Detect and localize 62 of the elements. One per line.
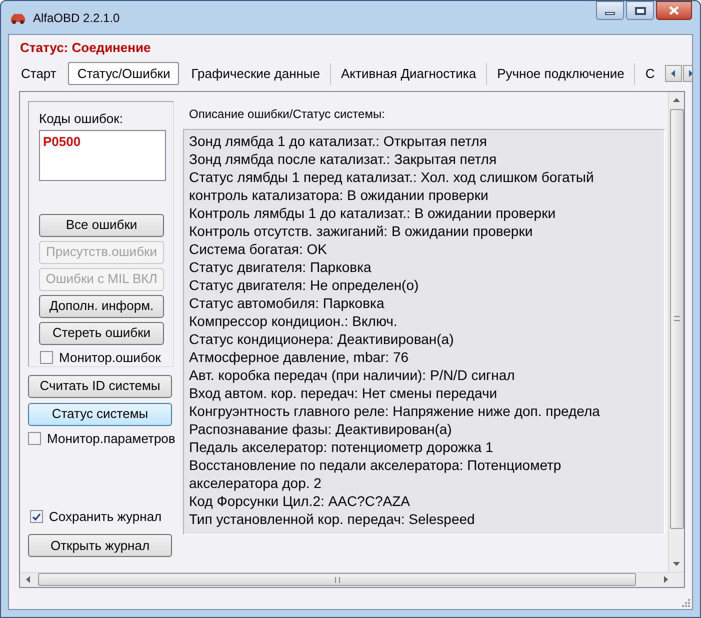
status-line: Статус лямбды 1 перед катализат.: Хол. ход слишком богатый bbox=[189, 168, 595, 186]
status-line: Контроль лямбды 1 до катализат.: В ожидании проверки bbox=[189, 204, 557, 222]
button[interactable]: Дополн. информ. bbox=[39, 294, 164, 318]
resize-grip-icon bbox=[680, 597, 690, 607]
down-arrow-icon bbox=[673, 562, 680, 566]
close-button[interactable] bbox=[656, 1, 692, 20]
car-icon bbox=[9, 12, 27, 24]
status-line: Зонд лямбда после катализат.: Закрытая петля bbox=[189, 150, 498, 168]
status-line: Тип установленной кор. передач: Selespeed bbox=[189, 510, 476, 528]
status-line: Зонд лямбда 1 до катализат.: Открытая петля bbox=[189, 132, 488, 150]
status-line: контроль катализатора: В ожидании проверки bbox=[189, 186, 490, 204]
status-line: Статус двигателя: Парковка bbox=[189, 258, 372, 276]
description-label: Описание ошибки/Статус системы: bbox=[188, 106, 385, 122]
checkbox[interactable] bbox=[40, 351, 53, 364]
status-line: Педаль акселератор: потенциометр дорожка 1 bbox=[189, 438, 494, 456]
checkbox[interactable] bbox=[30, 510, 43, 523]
up-arrow-icon bbox=[673, 98, 680, 102]
button[interactable]: Считать ID системы bbox=[28, 374, 172, 398]
status-line: Компрессор кондицион.: Включ. bbox=[189, 312, 398, 330]
close-icon bbox=[669, 6, 679, 15]
button[interactable]: Статус системы bbox=[28, 402, 172, 426]
status-line: Код Форсунки Цил.2: AAC?C?AZA bbox=[189, 492, 411, 510]
status-line: Атмосферное давление, mbar: 76 bbox=[189, 348, 410, 366]
button[interactable]: Открыть журнал bbox=[28, 534, 172, 557]
status-line: Система богатая: OK bbox=[189, 240, 328, 258]
status-line: Статус кондиционера: Деактивирован(а) bbox=[189, 330, 455, 348]
checkbox-label: Сохранить журнал bbox=[49, 508, 162, 526]
checkbox-label: Монитор.ошибок bbox=[59, 348, 161, 367]
right-arrow-icon bbox=[689, 70, 692, 77]
tab[interactable]: Статус/Ошибки bbox=[68, 62, 180, 85]
right-arrow-icon bbox=[664, 576, 668, 583]
tab[interactable]: С bbox=[637, 62, 663, 85]
vertical-scrollbar[interactable] bbox=[668, 92, 684, 572]
button[interactable]: Стереть ошибки bbox=[39, 322, 164, 344]
left-arrow-icon bbox=[671, 70, 676, 77]
status-line: Восстановление по педали акселератора: Потенциометр акселератора дор. 2 bbox=[189, 456, 562, 492]
maximize-button[interactable] bbox=[626, 1, 654, 20]
horizontal-scrollbar[interactable] bbox=[20, 572, 684, 586]
tab[interactable]: Активная Диагностика bbox=[333, 62, 484, 85]
tab[interactable]: Старт bbox=[13, 62, 64, 85]
tab[interactable]: Графические данные bbox=[183, 62, 328, 85]
status-line: Контроль отсутств. зажиганий: В ожидании проверки bbox=[189, 222, 534, 240]
status-line: Вход автом. кор. передач: Нет смены передачи bbox=[189, 384, 498, 402]
status-line: Статус двигателя: Не определен(о) bbox=[189, 276, 420, 294]
status-line: Распознавание фазы: Деактивирован(а) bbox=[189, 420, 453, 438]
button[interactable]: Все ошибки bbox=[39, 214, 164, 236]
scroll-left-button[interactable] bbox=[664, 65, 682, 82]
status-line: Авт. коробка передач (при наличии): P/N/D сигнал bbox=[189, 366, 516, 384]
error-code[interactable]: P0500 bbox=[43, 132, 81, 152]
description-text-box[interactable] bbox=[183, 128, 665, 534]
connection-status: Статус: Соединение bbox=[19, 39, 151, 57]
status-line: Конгруэнтность главного реле: Напряжение ниже доп. предела bbox=[189, 402, 601, 420]
error-code-list[interactable]: P0500 bbox=[39, 130, 166, 180]
window-title: AlfaOBD 2.2.1.0 bbox=[33, 10, 120, 26]
checkbox[interactable] bbox=[28, 432, 41, 445]
minimize-button[interactable] bbox=[596, 1, 624, 20]
left-arrow-icon bbox=[26, 576, 30, 583]
checkbox-label: Монитор.параметров bbox=[47, 430, 176, 448]
checkmark-icon bbox=[32, 512, 41, 520]
group-label: Коды ошибок: bbox=[39, 110, 124, 128]
status-line: Статус автомобиля: Парковка bbox=[189, 294, 386, 312]
tab[interactable]: Ручное подключение bbox=[489, 62, 632, 85]
